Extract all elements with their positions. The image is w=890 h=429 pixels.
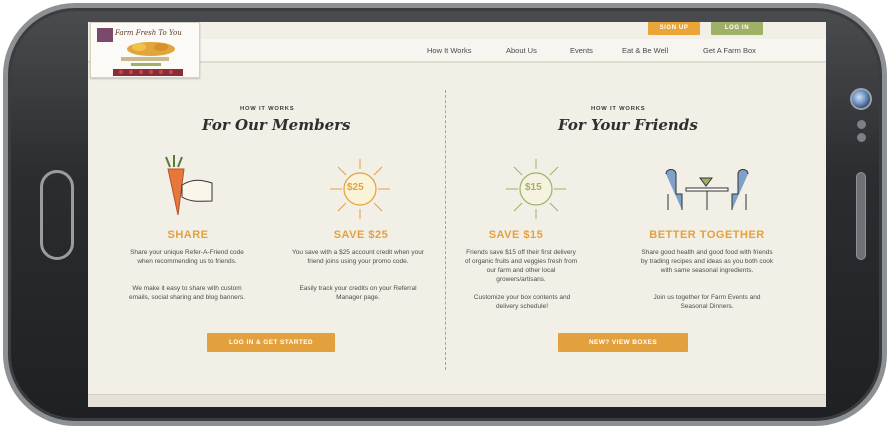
members-kicker: HOW IT WORKS xyxy=(240,106,295,112)
share-text-1: Share your unique Refer-A-Friend code wh… xyxy=(130,249,244,265)
badge-15-label: $15 xyxy=(525,182,542,193)
phone-home-button[interactable] xyxy=(40,170,74,260)
sensor-dot-icon xyxy=(857,133,866,142)
section-divider xyxy=(445,90,446,370)
badge-25-label: $25 xyxy=(347,182,364,193)
nav-eat-be-well[interactable]: Eat & Be Well xyxy=(622,46,668,55)
members-title: For Our Members xyxy=(202,116,351,134)
login-get-started-button[interactable]: LOG IN & GET STARTED xyxy=(207,333,335,352)
better-together-title: BETTER TOGETHER xyxy=(649,229,765,241)
camera-icon xyxy=(850,88,872,110)
save25-title: SAVE $25 xyxy=(333,229,389,241)
carrot-hand-icon xyxy=(165,155,213,216)
nav-about-us[interactable]: About Us xyxy=(506,46,537,55)
share-text-2: We make it easy to share with custom ema… xyxy=(129,285,245,301)
save15-title: SAVE $15 xyxy=(488,229,544,241)
save25-text-2: Easily track your credits on your Referr… xyxy=(299,285,417,301)
nav-get-a-farm-box[interactable]: Get A Farm Box xyxy=(703,46,756,55)
table-chairs-icon xyxy=(665,169,749,210)
login-button[interactable]: LOG IN xyxy=(711,22,763,35)
screen: SIGN UP LOG IN How It Works About Us Eve… xyxy=(88,22,826,407)
friends-title: For Your Friends xyxy=(558,116,698,134)
share-title: SHARE xyxy=(167,229,209,241)
view-boxes-button[interactable]: NEW? VIEW BOXES xyxy=(558,333,688,352)
sensor-dot-icon xyxy=(857,120,866,129)
friends-kicker: HOW IT WORKS xyxy=(591,106,646,112)
nav-events[interactable]: Events xyxy=(570,46,593,55)
save15-text-1: Friends save $15 off their first deliver… xyxy=(464,249,578,283)
logo-basket-icon xyxy=(97,28,183,76)
speaker-slot xyxy=(856,172,866,260)
signup-button[interactable]: SIGN UP xyxy=(648,22,700,35)
nav-how-it-works[interactable]: How It Works xyxy=(427,46,471,55)
together-text-2: Join us together for Farm Events and Sea… xyxy=(653,294,761,310)
logo[interactable]: Farm Fresh To You xyxy=(90,22,200,78)
save25-text-1: You save with a $25 account credit when … xyxy=(291,249,424,265)
together-text-1: Share good health and good food with fri… xyxy=(640,249,774,274)
save15-text-2: Customize your box contents and delivery… xyxy=(473,294,571,310)
footer-bar xyxy=(88,394,826,407)
